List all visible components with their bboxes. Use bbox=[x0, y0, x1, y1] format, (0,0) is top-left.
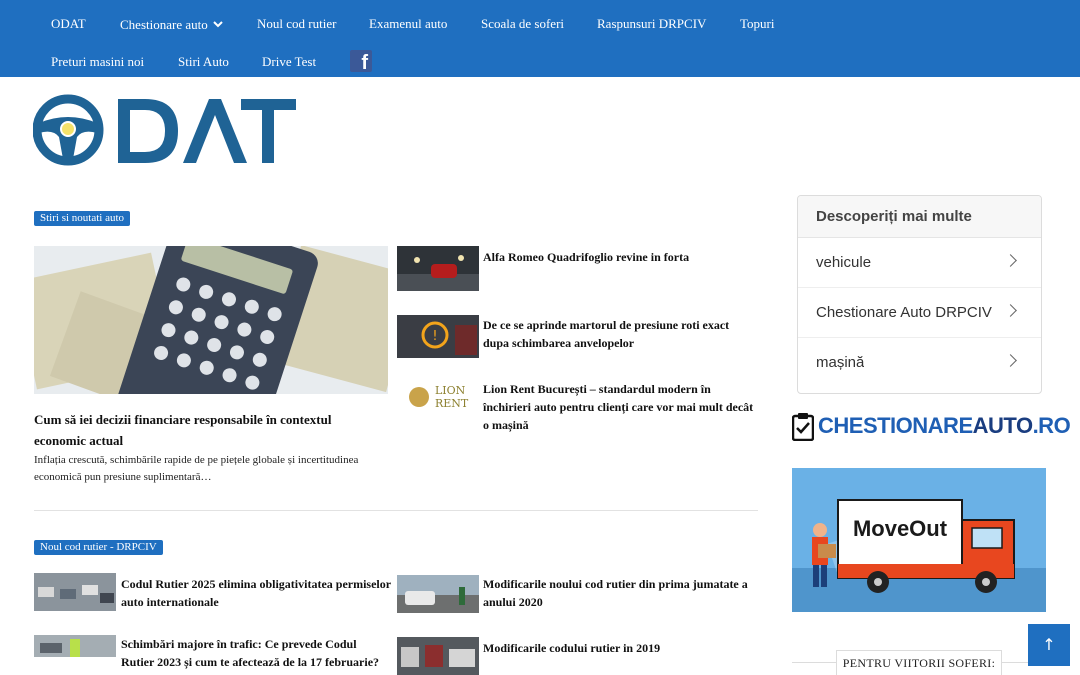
discover-item-label: vehicule bbox=[816, 254, 872, 271]
discover-more-widget: Descoperiți mai multe vehicule Chestiona… bbox=[797, 195, 1042, 394]
article-thumbnail[interactable] bbox=[34, 573, 116, 611]
moveout-ad-banner[interactable]: MoveOut bbox=[792, 468, 1046, 612]
future-drivers-heading: PENTRU VIITORII SOFERI: bbox=[836, 650, 1002, 675]
lion-rent-logo-text: RENT bbox=[435, 397, 469, 410]
article-title[interactable]: Codul Rutier 2025 elimina obligativitate… bbox=[121, 575, 391, 611]
nav-item-scoala-de-soferi[interactable]: Scoala de soferi bbox=[481, 16, 564, 32]
nav-item-examenul-auto[interactable]: Examenul auto bbox=[369, 16, 447, 32]
discover-title: Descoperiți mai multe bbox=[816, 208, 972, 225]
article-thumbnail[interactable]: ! bbox=[397, 315, 479, 358]
nav-item-noul-cod-rutier[interactable]: Noul cod rutier bbox=[257, 16, 336, 32]
site-logo[interactable] bbox=[32, 93, 298, 168]
article-thumbnail[interactable] bbox=[397, 637, 479, 675]
svg-text:!: ! bbox=[432, 329, 437, 344]
article-thumbnail[interactable] bbox=[34, 635, 116, 657]
nav-item-chestionare-auto[interactable]: Chestionare auto bbox=[120, 16, 223, 33]
main-nav: ODAT Chestionare auto Noul cod rutier Ex… bbox=[0, 0, 1080, 77]
nav-item-stiri-auto[interactable]: Stiri Auto bbox=[178, 54, 229, 70]
discover-item-masina[interactable]: mașină bbox=[798, 338, 1041, 388]
article-thumbnail[interactable]: LION RENT bbox=[397, 376, 479, 418]
article-title[interactable]: Modificarile noului cod rutier din prima… bbox=[483, 575, 758, 611]
chestionare-auto-logo[interactable]: CHESTIONAREAUTO.RO bbox=[792, 410, 1071, 444]
featured-article-excerpt: Inflația crescută, schimbările rapide de… bbox=[34, 454, 359, 483]
nav-item-odat[interactable]: ODAT bbox=[51, 16, 86, 32]
nav-item-label: Chestionare auto bbox=[120, 17, 208, 32]
discover-item-label: mașină bbox=[816, 354, 865, 371]
nav-item-topuri[interactable]: Topuri bbox=[740, 16, 774, 32]
section-divider bbox=[34, 510, 758, 511]
chevron-right-icon bbox=[1004, 354, 1017, 367]
article-thumbnail[interactable] bbox=[397, 246, 479, 291]
article-title[interactable]: Modificarile codului rutier in 2019 bbox=[483, 639, 758, 657]
chevron-right-icon bbox=[1004, 304, 1017, 317]
discover-item-chestionare[interactable]: Chestionare Auto DRPCIV bbox=[798, 288, 1041, 338]
scroll-to-top-button[interactable]: ↑ bbox=[1028, 624, 1070, 666]
article-title[interactable]: Alfa Romeo Quadrifoglio revine in forta bbox=[483, 248, 758, 266]
lion-rent-logo-text: LION bbox=[435, 384, 466, 397]
article-title[interactable]: Lion Rent București – standardul modern … bbox=[483, 380, 758, 434]
discover-item-vehicule[interactable]: vehicule bbox=[798, 238, 1041, 288]
chestionare-auto-logo-text: CHESTIONAREAUTO.RO bbox=[818, 413, 1071, 438]
chevron-down-icon bbox=[213, 16, 223, 32]
nav-item-raspunsuri-drpciv[interactable]: Raspunsuri DRPCIV bbox=[597, 16, 706, 32]
clipboard-check-icon bbox=[792, 413, 814, 441]
facebook-icon[interactable]: f bbox=[350, 50, 372, 73]
nav-item-drive-test[interactable]: Drive Test bbox=[262, 54, 316, 70]
featured-image[interactable] bbox=[34, 246, 388, 394]
chevron-right-icon bbox=[1004, 254, 1017, 267]
section-badge-stiri[interactable]: Stiri si noutati auto bbox=[34, 211, 131, 226]
discover-item-label: Chestionare Auto DRPCIV bbox=[816, 304, 992, 321]
moveout-ad-text: MoveOut bbox=[853, 516, 948, 541]
article-title[interactable]: De ce se aprinde martorul de presiune ro… bbox=[483, 316, 758, 352]
article-thumbnail[interactable] bbox=[397, 575, 479, 613]
section-badge-noul-cod-rutier[interactable]: Noul cod rutier - DRPCIV bbox=[34, 540, 163, 555]
article-title[interactable]: Schimbări majore în trafic: Ce prevede C… bbox=[121, 635, 391, 671]
featured-article-title[interactable]: Cum să iei decizii financiare responsabi… bbox=[34, 409, 384, 451]
nav-item-preturi-masini-noi[interactable]: Preturi masini noi bbox=[51, 54, 144, 70]
